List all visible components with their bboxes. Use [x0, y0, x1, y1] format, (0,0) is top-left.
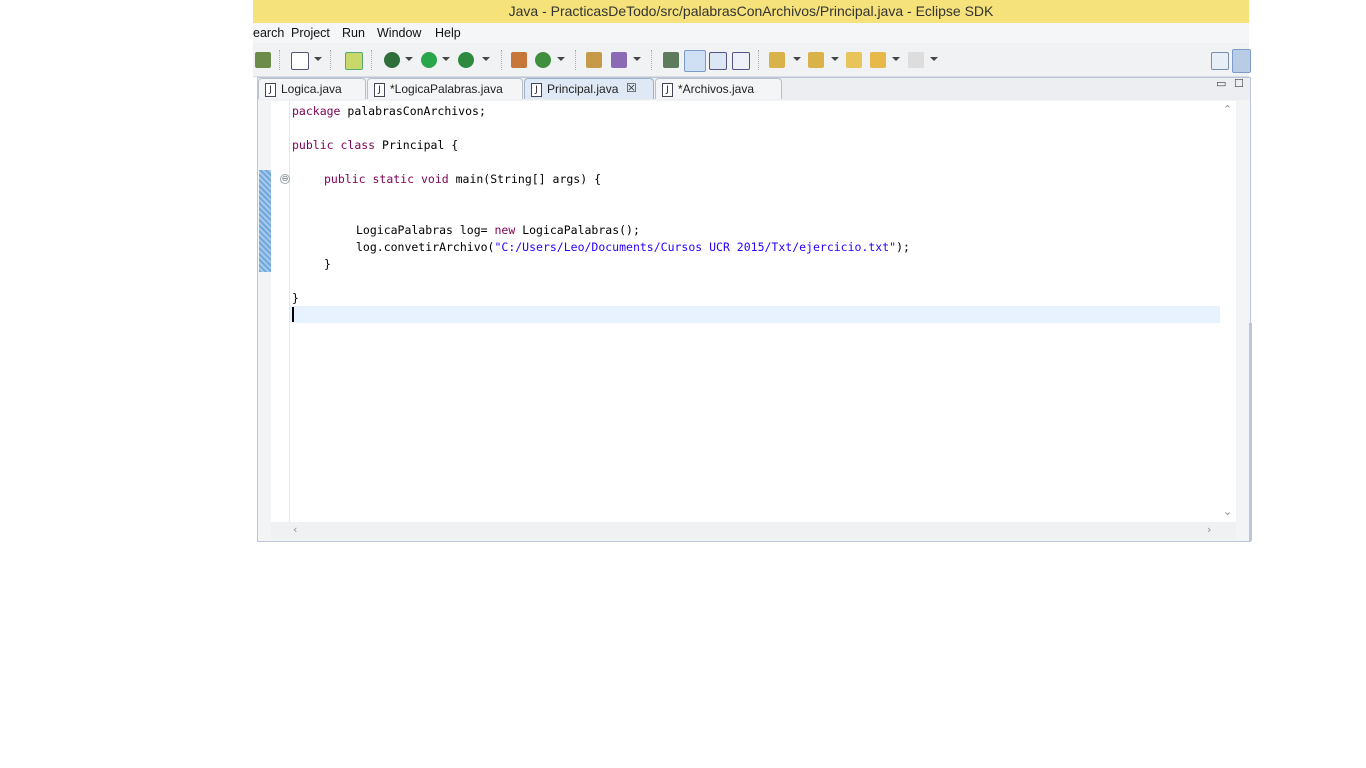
scroll-left-icon[interactable]: ‹ — [293, 523, 297, 536]
code-line-10: } — [324, 257, 331, 271]
text-caret — [292, 307, 294, 322]
run-icon[interactable] — [421, 52, 437, 68]
tab-principal[interactable]: J Principal.java ☒ — [524, 78, 654, 99]
checkbox-icon[interactable] — [291, 52, 309, 70]
tab-label: *Archivos.java — [678, 82, 755, 96]
code-text: log.convetirArchivo( — [356, 240, 495, 254]
chevron-down-icon[interactable] — [930, 57, 938, 61]
link-icon[interactable] — [663, 52, 679, 68]
chevron-down-icon[interactable] — [314, 57, 322, 61]
java-file-icon: J — [265, 83, 276, 97]
code-keyword: static — [372, 172, 415, 186]
toolbar-separator — [651, 50, 653, 70]
block-selection-icon[interactable] — [709, 52, 727, 70]
horizontal-scrollbar[interactable]: ‹ › — [271, 522, 1236, 539]
code-keyword: public — [324, 172, 366, 186]
window-title: Java - PracticasDeTodo/src/palabrasConAr… — [508, 3, 994, 19]
chevron-down-icon[interactable] — [793, 57, 801, 61]
window-titlebar: Java - PracticasDeTodo/src/palabrasConAr… — [253, 0, 1249, 23]
toolbar-separator — [330, 50, 332, 70]
toolbar-separator — [758, 50, 760, 70]
tab-label: Principal.java — [547, 82, 619, 96]
java-file-icon: J — [531, 83, 542, 97]
new-class-icon[interactable] — [345, 52, 363, 70]
last-edit-icon[interactable] — [846, 52, 862, 68]
scroll-up-icon[interactable]: ⌃ — [1223, 103, 1232, 116]
menu-project[interactable]: Project — [291, 26, 330, 40]
minimize-icon[interactable]: ▭ — [1216, 77, 1226, 90]
chevron-down-icon[interactable] — [442, 57, 450, 61]
save-icon[interactable] — [255, 52, 271, 68]
show-whitespace-icon[interactable] — [732, 52, 750, 70]
editor-gutter — [259, 101, 271, 522]
back-icon[interactable] — [870, 52, 886, 68]
tab-label: Logica.java — [281, 82, 342, 96]
open-type-icon[interactable] — [586, 52, 602, 68]
quick-diff-change-bar — [259, 170, 271, 272]
java-file-icon: J — [662, 83, 673, 97]
chevron-down-icon[interactable] — [831, 57, 839, 61]
toolbar-separator — [501, 50, 503, 70]
code-keyword: package — [292, 104, 341, 118]
chevron-down-icon[interactable] — [405, 57, 413, 61]
next-annotation-icon[interactable] — [769, 52, 785, 68]
code-text: LogicaPalabras(); — [515, 223, 640, 237]
close-icon[interactable]: ☒ — [626, 81, 637, 95]
code-string: "C:/Users/Leo/Documents/Cursos UCR 2015/… — [494, 240, 897, 254]
main-toolbar — [253, 43, 1251, 77]
maximize-icon[interactable]: ☐ — [1234, 77, 1244, 90]
window-frame-edge — [1249, 323, 1252, 541]
tab-label: *LogicaPalabras.java — [390, 82, 503, 96]
collapse-icon[interactable]: ⊖ — [280, 174, 290, 184]
chevron-down-icon[interactable] — [557, 57, 565, 61]
code-text: Principal { — [375, 138, 459, 152]
menu-run[interactable]: Run — [342, 26, 365, 40]
code-line-3: public class Principal { — [292, 138, 458, 152]
java-perspective-icon[interactable] — [1232, 49, 1251, 73]
toolbar-separator — [575, 50, 577, 70]
chevron-down-icon[interactable] — [892, 57, 900, 61]
java-file-icon: J — [374, 83, 385, 97]
scroll-down-icon[interactable]: ⌄ — [1223, 505, 1232, 518]
new-package-icon[interactable] — [511, 52, 527, 68]
menu-help[interactable]: Help — [435, 26, 461, 40]
chevron-down-icon[interactable] — [633, 57, 641, 61]
forward-icon[interactable] — [908, 52, 924, 68]
window-edge — [1249, 0, 1366, 1]
tab-archivos[interactable]: J *Archivos.java — [655, 78, 782, 99]
code-line-9: log.convetirArchivo("C:/Users/Leo/Docume… — [356, 240, 910, 254]
code-keyword: void — [420, 172, 449, 186]
code-text: LogicaPalabras log= — [356, 223, 495, 237]
code-line-12: } — [292, 291, 299, 305]
code-keyword: new — [494, 223, 516, 237]
toolbar-separator — [279, 50, 281, 70]
menu-window[interactable]: Window — [377, 26, 421, 40]
prev-annotation-icon[interactable] — [808, 52, 824, 68]
toolbar-separator — [371, 50, 373, 70]
chevron-down-icon[interactable] — [482, 57, 490, 61]
open-perspective-icon[interactable] — [1211, 52, 1229, 70]
tab-logica[interactable]: J Logica.java — [258, 78, 366, 99]
code-text: main(String[] args) { — [448, 172, 601, 186]
highlight-icon[interactable] — [684, 50, 706, 72]
code-keyword: class — [340, 138, 376, 152]
scroll-right-icon[interactable]: › — [1207, 523, 1211, 536]
code-line-1: package palabrasConArchivos; — [292, 104, 486, 118]
current-line-highlight — [290, 306, 1220, 323]
code-text: palabrasConArchivos; — [340, 104, 486, 118]
editor-tab-bar: J Logica.java J *LogicaPalabras.java J P… — [258, 77, 1250, 100]
code-line-8: LogicaPalabras log= new LogicaPalabras()… — [356, 223, 640, 237]
menu-bar: earch Project Run Window Help — [253, 23, 1249, 43]
code-text: ); — [896, 240, 910, 254]
open-task-icon[interactable] — [611, 52, 627, 68]
tab-logica-palabras[interactable]: J *LogicaPalabras.java — [367, 78, 523, 99]
code-line-5: public static void main(String[] args) { — [324, 172, 601, 186]
debug-icon[interactable] — [384, 52, 400, 68]
refresh-icon[interactable] — [535, 52, 551, 68]
vertical-scrollbar[interactable]: ⌃ ⌄ — [1221, 101, 1236, 522]
menu-search[interactable]: earch — [253, 26, 284, 40]
code-keyword: public — [292, 138, 334, 152]
external-tools-icon[interactable] — [458, 52, 474, 68]
